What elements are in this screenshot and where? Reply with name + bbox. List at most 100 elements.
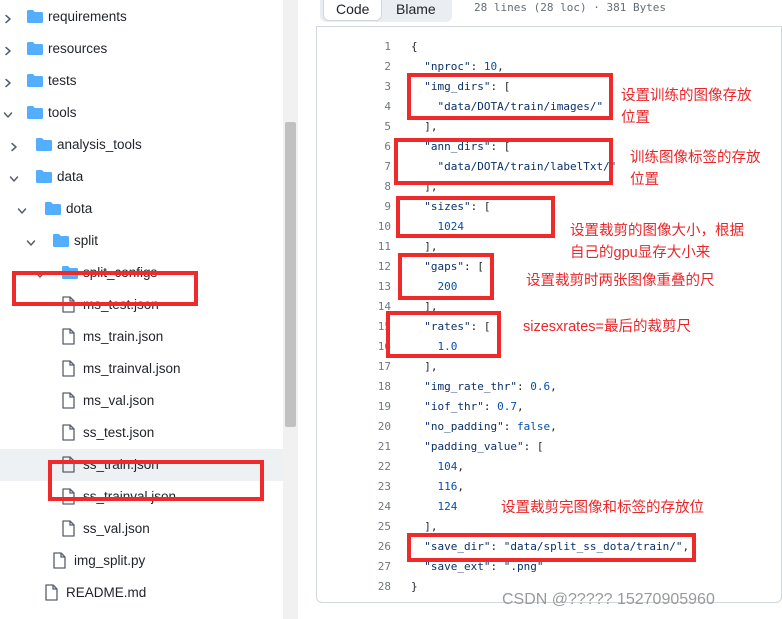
tab-blame[interactable]: Blame: [384, 0, 448, 21]
line-number[interactable]: 3: [347, 80, 391, 93]
line-number[interactable]: 6: [347, 140, 391, 153]
highlight-save-dir: [407, 533, 696, 562]
folder-icon: [26, 9, 44, 24]
tree-folder-analysis-tools[interactable]: analysis_tools: [0, 129, 283, 161]
tree-folder-data[interactable]: data: [0, 161, 283, 193]
line-number[interactable]: 7: [347, 160, 391, 173]
note-ann-dirs: 训练图像标签的存放 位置: [630, 150, 761, 188]
line-number[interactable]: 22: [347, 460, 391, 473]
file-icon: [44, 584, 62, 601]
line-number[interactable]: 9: [347, 200, 391, 213]
folder-icon: [52, 233, 70, 248]
line-number[interactable]: 16: [347, 340, 391, 353]
tree-folder-requirements[interactable]: requirements: [0, 1, 283, 33]
line-number[interactable]: 5: [347, 120, 391, 133]
chevron-right-icon[interactable]: [3, 44, 13, 56]
chevron-right-icon[interactable]: [3, 12, 13, 24]
chevron-down-icon[interactable]: [3, 108, 13, 118]
note-save-dir: 设置裁剪完图像和标签的存放位: [501, 500, 704, 516]
tree-item-label: ms_val.json: [83, 393, 155, 408]
chevron-down-icon[interactable]: [9, 172, 19, 182]
code-line: 116,: [437, 480, 465, 493]
tree-folder-dota[interactable]: dota: [0, 193, 283, 225]
line-number[interactable]: 1: [347, 40, 391, 53]
file-tree: requirements resources tests tools analysis_…: [0, 0, 298, 619]
tree-item-label: ss_test.json: [83, 425, 155, 440]
line-number[interactable]: 17: [347, 360, 391, 373]
highlight-ss-train: [48, 460, 264, 501]
tree-folder-tools[interactable]: tools: [0, 97, 283, 129]
line-number[interactable]: 23: [347, 480, 391, 493]
highlight-rates: [386, 311, 501, 358]
code-line: ],: [411, 520, 438, 533]
line-number[interactable]: 27: [347, 560, 391, 573]
line-number[interactable]: 2: [347, 60, 391, 73]
code-line: "no_padding": false,: [424, 420, 557, 433]
line-number[interactable]: 20: [347, 420, 391, 433]
tree-file-img-split-py[interactable]: img_split.py: [0, 545, 283, 577]
line-number[interactable]: 12: [347, 260, 391, 273]
line-number[interactable]: 25: [347, 520, 391, 533]
tree-file-readme-md[interactable]: README.md: [0, 577, 283, 609]
line-number[interactable]: 26: [347, 540, 391, 553]
line-number[interactable]: 4: [347, 100, 391, 113]
file-icon: [61, 360, 79, 377]
line-number[interactable]: 8: [347, 180, 391, 193]
line-number[interactable]: 28: [347, 580, 391, 593]
note-img-dirs: 设置训练的图像存放 位置: [621, 88, 752, 126]
tree-item-label: ms_trainval.json: [83, 361, 181, 376]
folder-icon: [44, 201, 62, 216]
highlight-split-configs: [12, 271, 198, 306]
file-icon: [61, 392, 79, 409]
tree-item-label: img_split.py: [74, 553, 146, 568]
folder-icon: [26, 105, 44, 120]
tree-scrollbar-thumb[interactable]: [285, 122, 296, 427]
file-icon: [61, 520, 79, 537]
tree-item-label: split: [74, 233, 99, 248]
folder-icon: [26, 41, 44, 56]
code-line: 104,: [437, 460, 465, 473]
note-sizes: 设置裁剪的图像大小，根据 自己的gpu显存大小来: [570, 223, 744, 261]
line-number[interactable]: 18: [347, 380, 391, 393]
line-number[interactable]: 13: [347, 280, 391, 293]
tree-folder-split[interactable]: split: [0, 225, 283, 257]
folder-icon: [26, 73, 44, 88]
chevron-down-icon[interactable]: [17, 204, 27, 214]
code-line: 124: [437, 500, 458, 513]
file-icon: [61, 328, 79, 345]
tree-file-ss-test-json[interactable]: ss_test.json: [0, 417, 283, 449]
line-number[interactable]: 24: [347, 500, 391, 513]
line-number[interactable]: 10: [347, 220, 391, 233]
code-line: ],: [411, 240, 438, 253]
tree-folder-tests[interactable]: tests: [0, 65, 283, 97]
tree-folder-resources[interactable]: resources: [0, 33, 283, 65]
viewer-toolbar: Code Blame 28 lines (28 loc) · 381 Bytes: [316, 0, 782, 22]
tree-item-label: data: [57, 169, 84, 184]
tree-file-ss-val-json[interactable]: ss_val.json: [0, 513, 283, 545]
watermark: CSDN @????? 15270905960: [502, 591, 715, 608]
code-line: ],: [411, 360, 438, 373]
line-number[interactable]: 14: [347, 300, 391, 313]
highlight-img-dirs: [407, 73, 613, 120]
tree-file-ms-trainval-json[interactable]: ms_trainval.json: [0, 353, 283, 385]
line-number[interactable]: 19: [347, 400, 391, 413]
tree-file-ms-val-json[interactable]: ms_val.json: [0, 385, 283, 417]
tree-item-label: tests: [48, 73, 77, 88]
file-icon: [61, 424, 79, 441]
file-info: 28 lines (28 loc) · 381 Bytes: [474, 1, 667, 14]
line-number[interactable]: 15: [347, 320, 391, 333]
tree-item-label: requirements: [48, 9, 127, 24]
chevron-right-icon[interactable]: [3, 76, 13, 88]
code-line: "iof_thr": 0.7,: [424, 400, 524, 413]
tab-code[interactable]: Code: [323, 0, 382, 21]
tree-item-label: ms_train.json: [83, 329, 164, 344]
chevron-down-icon[interactable]: [26, 236, 36, 246]
code-line: "nproc": 10,: [424, 60, 504, 73]
chevron-right-icon[interactable]: [9, 140, 19, 152]
tree-file-ms-train-json[interactable]: ms_train.json: [0, 321, 283, 353]
tree-item-label: resources: [48, 41, 108, 56]
tree-item-label: README.md: [66, 585, 147, 600]
line-number[interactable]: 11: [347, 240, 391, 253]
code-line: "img_rate_thr": 0.6,: [424, 380, 557, 393]
line-number[interactable]: 21: [347, 440, 391, 453]
